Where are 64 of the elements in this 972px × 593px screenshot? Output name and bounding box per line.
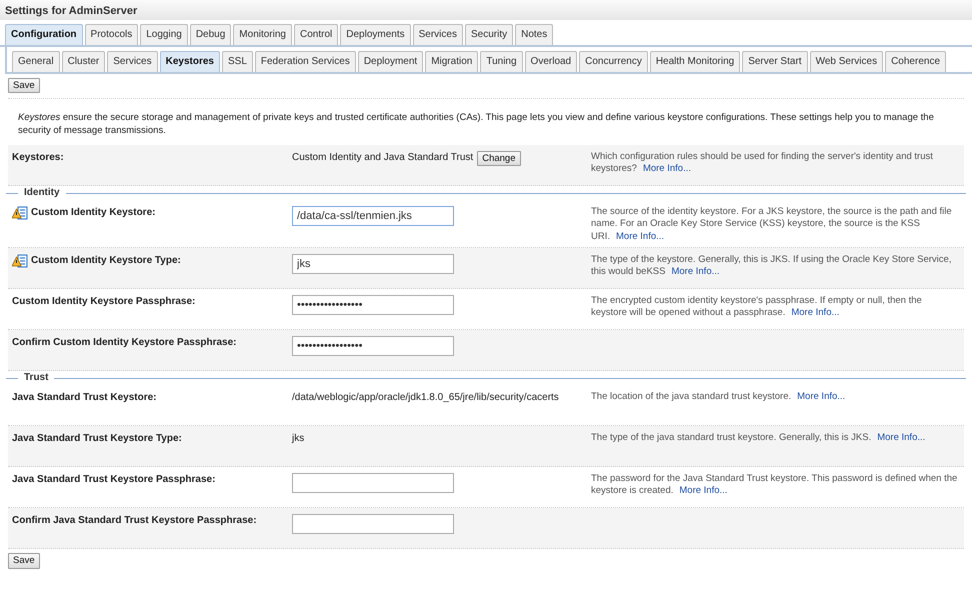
tab[interactable]: Health Monitoring	[650, 51, 740, 72]
tab[interactable]: Migration	[425, 51, 478, 72]
tab[interactable]: Notes	[515, 24, 554, 45]
section-title: Trust	[6, 372, 966, 384]
more-info-link[interactable]: More Info...	[797, 391, 846, 402]
more-info-link[interactable]: More Info...	[877, 432, 926, 444]
tab[interactable]: Deployment	[358, 51, 424, 72]
tab[interactable]: Security	[464, 24, 514, 45]
help-text: The source of the identity keystore. For a JKS keystore, the source is the path and file name. For an Oracle Key Store Service (KSS) keystore, the source is the KSS URI. More Info...	[590, 206, 953, 244]
input-field[interactable]: •••••••••••••••••	[292, 295, 454, 316]
field-value: jks	[292, 433, 304, 444]
save-button[interactable]: Save	[8, 78, 40, 94]
more-info-link[interactable]: More Info...	[642, 163, 691, 174]
help-text: The type of the java standard trust keystore. Generally, this is JKS. More Info...	[590, 432, 926, 446]
field-label: Custom Identity Keystore Passphrase:	[12, 295, 196, 308]
input-field[interactable]: •••••••••••••••••	[292, 336, 454, 356]
field-value: Custom Identity and Java Standard Trust	[292, 151, 474, 164]
tab[interactable]: Server Start	[742, 51, 808, 72]
field-label: Java Standard Trust Keystore Passphrase:	[12, 473, 216, 486]
help-text: The password for the Java Standard Trust keystore. This password is defined when the keystore is created. More Info...	[590, 473, 958, 498]
tab[interactable]: Control	[294, 24, 338, 45]
tab[interactable]: SSL	[222, 51, 253, 72]
intro-text: Keystores ensure the secure storage and management of private keys and trusted certificate authorities (CAs). This page lets you view and define various keystore configurations. These settings help you to manage the security of message transmissions.	[17, 111, 935, 138]
input-field[interactable]: jks	[292, 254, 454, 274]
save-button[interactable]: Save	[8, 553, 40, 568]
tab[interactable]: Concurrency	[579, 51, 648, 72]
field-label: Confirm Java Standard Trust Keystore Passphrase:	[12, 514, 257, 528]
input-field[interactable]	[292, 473, 454, 494]
field-label: Confirm Custom Identity Keystore Passphrase:	[12, 336, 236, 350]
tab[interactable]: Services	[107, 51, 158, 72]
tab[interactable]: Logging	[140, 24, 188, 45]
tab[interactable]: Tuning	[480, 51, 523, 72]
field-label: Custom Identity Keystore:	[31, 206, 156, 220]
help-text: The encrypted custom identity keystore's passphrase. If empty or null, then the keystore will be opened without a passphrase. More Info...	[590, 295, 923, 320]
tab[interactable]: General	[12, 51, 60, 72]
page-title: Settings for AdminServer	[0, 0, 972, 20]
tab[interactable]: Deployments	[340, 24, 411, 45]
section-title: Identity	[6, 187, 966, 200]
more-info-link[interactable]: More Info...	[679, 485, 728, 496]
input-field[interactable]	[292, 514, 454, 534]
tab[interactable]: Federation Services	[254, 51, 356, 72]
field-label: Java Standard Trust Keystore:	[12, 391, 156, 404]
field-label: Custom Identity Keystore Type:	[31, 254, 181, 268]
tab[interactable]: Cluster	[62, 51, 106, 72]
tab[interactable]: Services	[412, 24, 463, 45]
tab[interactable]: Keystores	[160, 51, 220, 72]
more-info-link[interactable]: More Info...	[671, 266, 720, 278]
help-text: The type of the keystore. Generally, this is JKS. If using the Oracle Key Store Service, this would beKSS More Info...	[590, 254, 952, 280]
help-text: The location of the java standard trust keystore. More Info...	[590, 391, 846, 404]
more-info-link[interactable]: More Info...	[616, 230, 664, 242]
tab[interactable]: Configuration	[5, 24, 83, 45]
field-label: Keystores:	[12, 151, 65, 166]
tab[interactable]: Monitoring	[233, 24, 292, 45]
tab[interactable]: Web Services	[810, 51, 884, 72]
tab[interactable]: Protocols	[84, 24, 138, 45]
tab[interactable]: Overload	[524, 51, 578, 72]
input-field[interactable]: /data/ca-ssl/tenmien.jks	[292, 206, 454, 226]
tab[interactable]: Coherence	[885, 51, 946, 72]
help-text: Which configuration rules should be used for finding the server's identity and trust keystores? More Info...	[590, 151, 934, 176]
tab[interactable]: Debug	[190, 24, 232, 45]
more-info-link[interactable]: More Info...	[791, 307, 840, 318]
field-value: /data/weblogic/app/oracle/jdk1.8.0_65/jre/lib/security/cacerts	[292, 392, 559, 404]
field-label: Java Standard Trust Keystore Type:	[12, 432, 182, 446]
change-button[interactable]: Change	[477, 151, 520, 166]
